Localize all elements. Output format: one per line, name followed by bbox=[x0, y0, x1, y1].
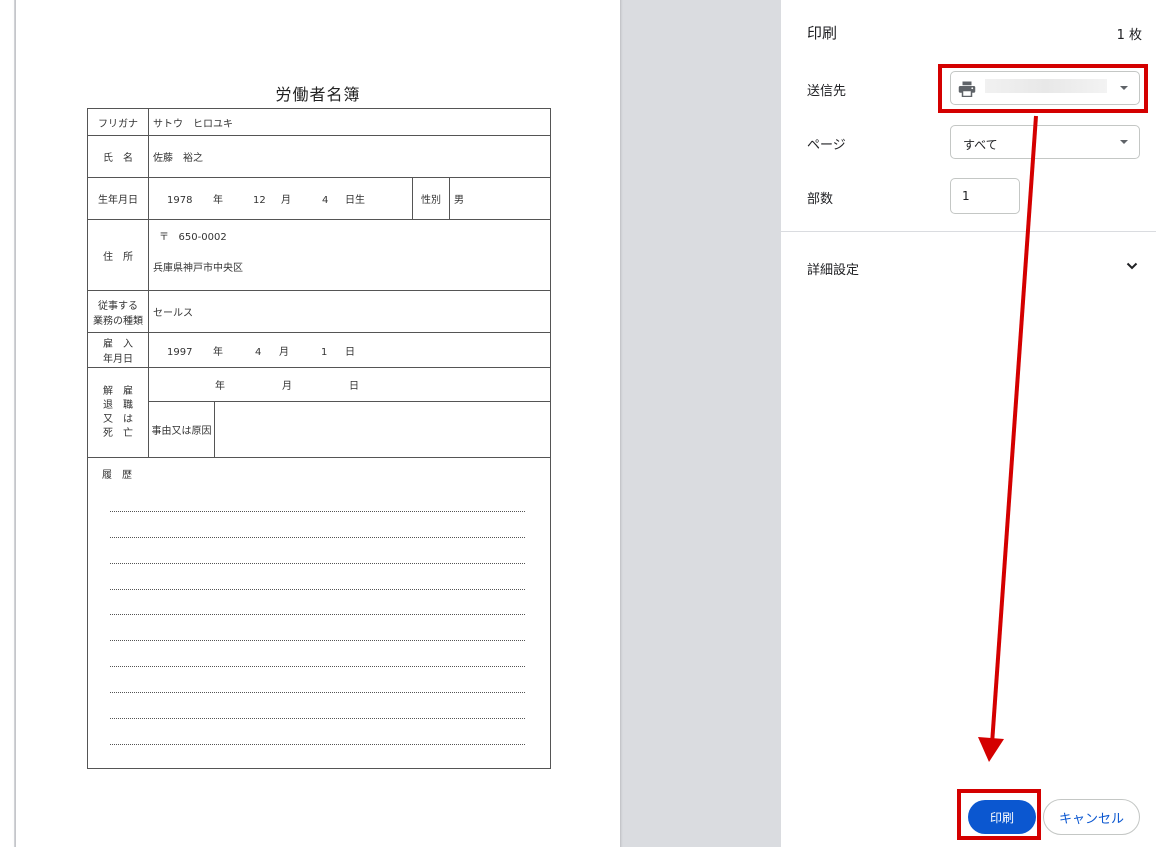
print-button-highlight-box bbox=[957, 789, 1041, 840]
job-value: セールス bbox=[148, 290, 551, 333]
more-settings-label: 詳細設定 bbox=[807, 263, 860, 278]
hire-row: 雇 入 年月日 1997 年 4 月 1 日 bbox=[87, 332, 551, 368]
copies-label: 部数 bbox=[807, 192, 834, 207]
destination-highlight-box bbox=[938, 64, 1148, 113]
name-value: 佐藤 裕之 bbox=[148, 135, 551, 178]
job-label-line-1: 従事する bbox=[98, 300, 138, 312]
retire-reason-row: 事由又は原因 bbox=[88, 401, 551, 458]
history-line bbox=[110, 511, 525, 512]
gender-value: 男 bbox=[449, 177, 551, 220]
retire-label: 解 雇 退 職 又 は 死 亡 bbox=[87, 367, 149, 458]
gender-label: 性別 bbox=[412, 177, 450, 220]
pages-label: ページ bbox=[807, 138, 846, 153]
history-line bbox=[110, 589, 525, 590]
destination-label: 送信先 bbox=[807, 84, 847, 99]
cancel-button[interactable]: キャンセル bbox=[1043, 799, 1140, 835]
retire-label-line-2: 退 職 bbox=[103, 399, 133, 411]
furigana-value: サトウ ヒロユキ bbox=[148, 108, 551, 136]
address-cell: 〒 650-0002 兵庫県神戸市中央区 bbox=[148, 219, 551, 291]
month-unit: 月 bbox=[281, 195, 291, 206]
form-title: 労働者名簿 bbox=[275, 85, 361, 104]
name-row: 氏 名 佐藤 裕之 bbox=[87, 135, 551, 178]
sheet-count: 1 枚 bbox=[1116, 28, 1142, 43]
address-row: 住 所 〒 650-0002 兵庫県神戸市中央区 bbox=[87, 219, 551, 291]
hire-day-unit: 日 bbox=[345, 346, 355, 358]
furigana-row: フリガナ サトウ ヒロユキ bbox=[87, 108, 551, 136]
retire-label-line-4: 死 亡 bbox=[103, 427, 133, 439]
hire-date: 1997 年 4 月 1 日 bbox=[148, 332, 551, 368]
history-line bbox=[110, 692, 525, 693]
hire-label-line-2: 年月日 bbox=[103, 354, 133, 365]
retire-date: 年月日 bbox=[148, 367, 551, 402]
retire-year-unit: 年 bbox=[215, 381, 225, 392]
hire-month: 4 bbox=[255, 346, 262, 358]
copies-input[interactable] bbox=[950, 178, 1020, 214]
retire-label-line-3: 又 は bbox=[103, 413, 133, 425]
birth-day-suffix: 日生 bbox=[345, 195, 365, 206]
history-line bbox=[110, 614, 525, 615]
birth-row: 生年月日 1978 年 12 月 4 日生 性別 男 bbox=[87, 177, 551, 220]
name-label: 氏 名 bbox=[87, 135, 149, 178]
worker-register-table: フリガナ サトウ ヒロユキ 氏 名 佐藤 裕之 生年月日 1978 年 12 月 4 日生… bbox=[87, 108, 551, 769]
caret-down-icon bbox=[1120, 140, 1128, 144]
zip-code: 650-0002 bbox=[178, 232, 227, 243]
pages-select[interactable]: すべて bbox=[950, 125, 1140, 159]
birth-year: 1978 bbox=[167, 195, 193, 206]
hire-year-unit: 年 bbox=[213, 346, 223, 358]
hire-label-line-1: 雇 入 bbox=[103, 339, 133, 350]
retire-month-unit: 月 bbox=[282, 381, 292, 392]
hire-month-unit: 月 bbox=[279, 346, 289, 358]
panel-title: 印刷 bbox=[807, 24, 838, 42]
more-settings-toggle[interactable]: 詳細設定 bbox=[781, 232, 1156, 304]
birth-day: 4 bbox=[322, 195, 329, 206]
pages-value: すべて bbox=[963, 138, 998, 152]
hire-year: 1997 bbox=[167, 346, 193, 358]
furigana-label: フリガナ bbox=[87, 108, 149, 136]
year-unit: 年 bbox=[213, 195, 223, 206]
print-preview-area: 労働者名簿 フリガナ サトウ ヒロユキ 氏 名 佐藤 裕之 生年月日 1978 年… bbox=[0, 0, 781, 847]
print-settings-panel: 印刷 1 枚 送信先 ページ すべて 部数 詳細設定 印刷 キャンセル bbox=[781, 0, 1156, 847]
history-line bbox=[110, 537, 525, 538]
job-label: 従事する 業務の種類 bbox=[87, 290, 149, 333]
retire-day-unit: 日 bbox=[349, 381, 359, 392]
retire-date-row: 解 雇 退 職 又 は 死 亡 年 月 日 bbox=[87, 367, 551, 458]
history-label: 履 歴 bbox=[102, 470, 132, 481]
history-line bbox=[110, 563, 525, 564]
address-label: 住 所 bbox=[87, 219, 149, 291]
address-value: 兵庫県神戸市中央区 bbox=[153, 263, 243, 274]
birth-month: 12 bbox=[253, 195, 266, 206]
preview-page-edge bbox=[0, 0, 14, 847]
history-line bbox=[110, 744, 525, 745]
history-line bbox=[110, 718, 525, 719]
hire-label: 雇 入 年月日 bbox=[87, 332, 149, 368]
zip-mark: 〒 bbox=[159, 232, 169, 243]
birth-label: 生年月日 bbox=[87, 177, 149, 220]
chevron-down-icon bbox=[1126, 262, 1138, 270]
hire-day: 1 bbox=[321, 346, 328, 358]
birth-date: 1978 年 12 月 4 日生 bbox=[148, 177, 413, 220]
reason-label: 事由又は原因 bbox=[148, 401, 215, 458]
history-cell: 履 歴 bbox=[87, 457, 551, 769]
history-line bbox=[110, 640, 525, 641]
job-label-line-2: 業務の種類 bbox=[93, 315, 143, 327]
job-row: 従事する 業務の種類 セールス bbox=[87, 290, 551, 333]
history-line bbox=[110, 666, 525, 667]
retire-label-line-1: 解 雇 bbox=[103, 385, 133, 397]
address-zip: 〒 650-0002 bbox=[159, 228, 546, 243]
reason-value bbox=[214, 401, 551, 458]
history-row: 履 歴 bbox=[87, 457, 551, 769]
